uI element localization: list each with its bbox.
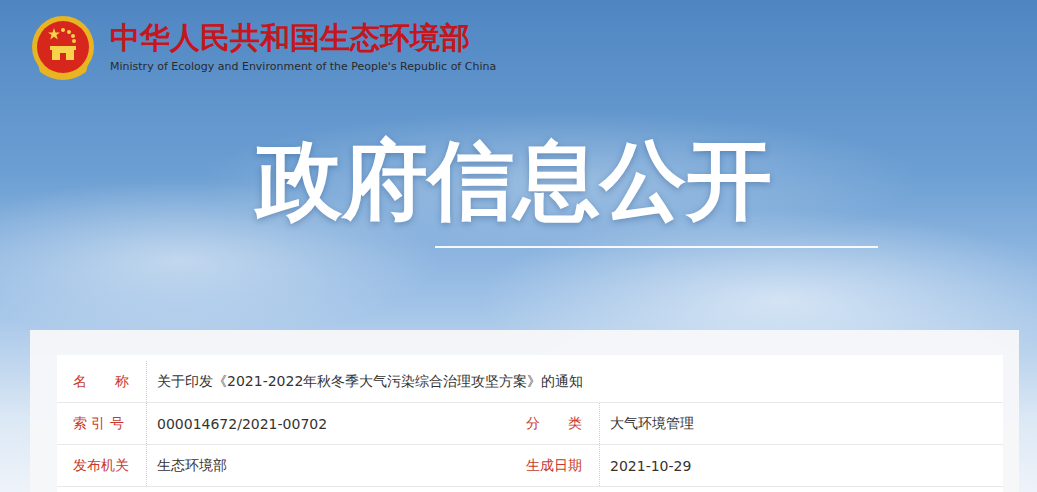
info-panel: 名 称关于印发《2021-2022年秋冬季大气污染综合治理攻坚方案》的通知索 引… [30,330,1019,492]
banner-title: 政府信息公开 [256,130,772,230]
info-row: 发布机关生态环境部生成日期2021-10-29 [57,445,1003,487]
national-emblem-icon [28,14,98,84]
info-row: 名 称关于印发《2021-2022年秋冬季大气污染综合治理攻坚方案》的通知 [57,361,1003,403]
info-value: 2021-10-29 [600,445,1003,486]
banner-rule-wrap [0,246,1037,248]
banner-rule [435,246,878,248]
info-table: 名 称关于印发《2021-2022年秋冬季大气污染综合治理攻坚方案》的通知索 引… [57,355,1003,492]
site-subtitle: Ministry of Ecology and Environment of t… [110,60,496,74]
info-row: 索 引 号000014672/2021-00702分 类大气环境管理 [57,403,1003,445]
info-value: 生态环境部 [147,445,510,486]
page: 中华人民共和国生态环境部 Ministry of Ecology and Envi… [0,0,1037,492]
info-value: 000014672/2021-00702 [147,403,510,444]
info-label: 分 类 [510,403,600,444]
info-value: 大气环境管理 [600,403,1003,444]
info-label: 索 引 号 [57,403,147,444]
info-value: 关于印发《2021-2022年秋冬季大气污染综合治理攻坚方案》的通知 [147,361,1003,402]
site-title[interactable]: 中华人民共和国生态环境部 [110,20,496,56]
site-header: 中华人民共和国生态环境部 Ministry of Ecology and Envi… [0,0,1037,90]
info-label: 名 称 [57,361,147,402]
banner: 政府信息公开 [0,130,1037,230]
site-title-block: 中华人民共和国生态环境部 Ministry of Ecology and Envi… [110,14,496,74]
info-label: 发布机关 [57,445,147,486]
info-label: 生成日期 [510,445,600,486]
